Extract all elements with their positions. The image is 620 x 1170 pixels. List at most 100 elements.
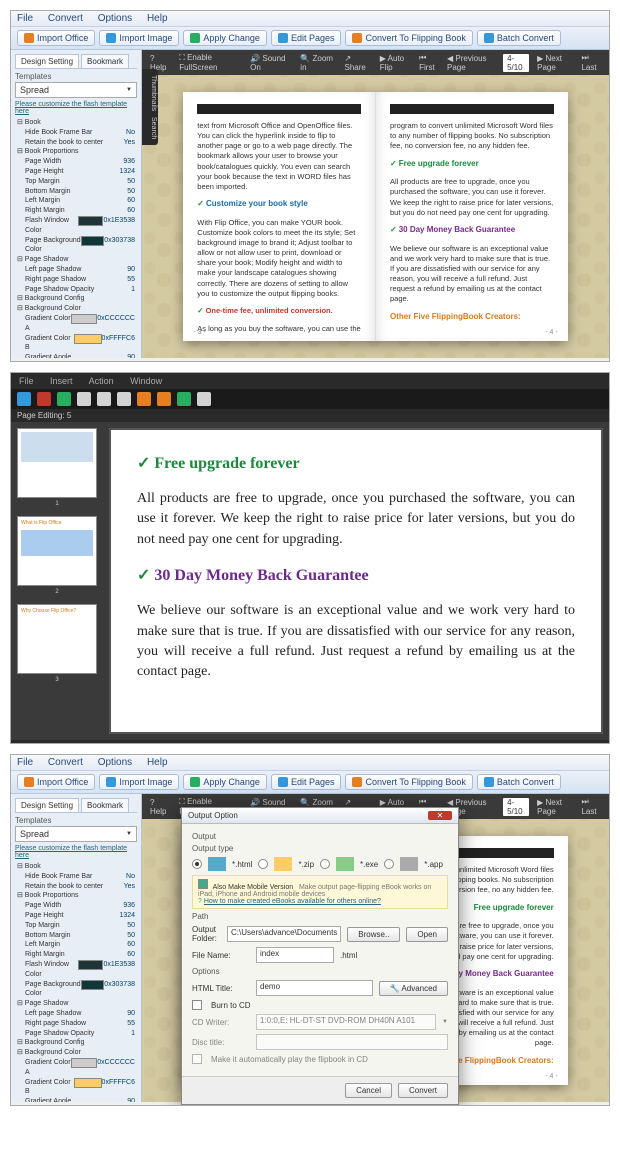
advanced-button[interactable]: 🔧 Advanced: [379, 981, 448, 996]
last-page-button[interactable]: ⏭ Last: [581, 53, 601, 72]
apply-change-button[interactable]: Apply Change: [183, 774, 267, 790]
menu-convert[interactable]: Convert: [48, 13, 83, 24]
editor-menubar[interactable]: File Insert Action Window: [11, 373, 609, 389]
zoom-tool-icon[interactable]: [177, 392, 191, 406]
edit-pages-button[interactable]: Edit Pages: [271, 30, 342, 46]
open-button[interactable]: Open: [406, 927, 448, 942]
menu-window[interactable]: Window: [130, 376, 162, 386]
redo-tool-icon[interactable]: [157, 392, 171, 406]
customize-template-link[interactable]: Please customize the flash template here: [15, 845, 137, 859]
book-viewer: ? Help ⛶ Enable FullScreen 🔊 Sound On 🔍 …: [142, 50, 609, 358]
tab-design-setting[interactable]: Design Setting: [15, 798, 79, 812]
paste-tool-icon[interactable]: [117, 392, 131, 406]
radio-html[interactable]: [192, 859, 202, 869]
menu-help[interactable]: Help: [147, 13, 168, 24]
close-icon[interactable]: ✕: [428, 811, 452, 820]
import-image-button[interactable]: Import Image: [99, 30, 179, 46]
flipbook[interactable]: text from Microsoft Office and OpenOffic…: [183, 92, 567, 342]
design-sidebar: Design Setting Bookmark Templates Spread…: [11, 794, 142, 1102]
page-thumbnail[interactable]: What is Flip Office2: [17, 516, 97, 586]
page-indicator[interactable]: 4-5/10: [503, 54, 529, 72]
import-office-button[interactable]: Import Office: [17, 30, 95, 46]
page-canvas[interactable]: ✓ Free upgrade forever All products are …: [109, 428, 603, 734]
disc-title-input[interactable]: [256, 1034, 448, 1050]
autoplay-checkbox[interactable]: [192, 1054, 202, 1064]
convert-icon: [352, 777, 362, 787]
edit-icon: [278, 33, 288, 43]
menu-file[interactable]: File: [17, 757, 33, 768]
last-page-button[interactable]: ⏭ Last: [581, 797, 601, 816]
menu-options[interactable]: Options: [98, 13, 132, 24]
browse-button[interactable]: Browse..: [347, 927, 400, 942]
menu-file[interactable]: File: [19, 376, 34, 386]
template-dropdown[interactable]: Spread▼: [15, 826, 137, 842]
chevron-down-icon: ▼: [126, 87, 132, 93]
tab-bookmark[interactable]: Bookmark: [81, 54, 129, 68]
import-image-button[interactable]: Import Image: [99, 774, 179, 790]
customize-template-link[interactable]: Please customize the flash template here: [15, 101, 137, 115]
edit-pages-button[interactable]: Edit Pages: [271, 774, 342, 790]
html-title-label: HTML Title:: [192, 984, 250, 993]
mobile-checkbox[interactable]: [198, 879, 208, 889]
burn-cd-checkbox[interactable]: [192, 1000, 202, 1010]
copy-tool-icon[interactable]: [97, 392, 111, 406]
radio-zip[interactable]: [258, 859, 268, 869]
text-tool-icon[interactable]: [57, 392, 71, 406]
undo-tool-icon[interactable]: [137, 392, 151, 406]
convert-book-button[interactable]: Convert To Flipping Book: [345, 30, 472, 46]
page-indicator[interactable]: 4-5/10: [503, 798, 529, 816]
output-option-dialog: Output Option ✕ Output Output type *.htm…: [181, 807, 459, 1105]
output-section-label: Output: [192, 832, 448, 841]
convert-button[interactable]: Convert: [398, 1083, 448, 1098]
cancel-button[interactable]: Cancel: [345, 1083, 392, 1098]
office-icon: [24, 33, 34, 43]
shape-tool-icon[interactable]: [37, 392, 51, 406]
zoom-button[interactable]: 🔍 Zoom in: [300, 54, 334, 72]
select-tool-icon[interactable]: [17, 392, 31, 406]
page-thumbnail[interactable]: Why Choose Flip Office?3: [17, 604, 97, 674]
html-title-input[interactable]: demo: [256, 980, 373, 996]
settings-tree[interactable]: ⊟ BookHide Book Frame BarNoRetain the bo…: [15, 862, 137, 1102]
output-folder-input[interactable]: C:\Users\advance\Documents: [227, 926, 341, 942]
convert-book-button[interactable]: Convert To Flipping Book: [345, 774, 472, 790]
options-label: Options: [192, 967, 448, 976]
sound-button[interactable]: 🔊 Sound On: [250, 54, 290, 72]
chevron-down-icon: ▼: [126, 831, 132, 837]
page-thumbnail[interactable]: 1: [17, 428, 97, 498]
app-menubar[interactable]: File Convert Options Help: [11, 11, 609, 27]
thumbnails-tab[interactable]: Thumbnails Search: [142, 69, 158, 145]
app-menubar[interactable]: File Convert Options Help: [11, 755, 609, 771]
edit-icon: [278, 777, 288, 787]
tab-bookmark[interactable]: Bookmark: [81, 798, 129, 812]
file-name-input[interactable]: index: [256, 947, 334, 963]
image-tool-icon[interactable]: [77, 392, 91, 406]
radio-exe[interactable]: [320, 859, 330, 869]
first-page-button[interactable]: ⏮ First: [419, 53, 439, 72]
next-page-button[interactable]: ▶ Next Page: [537, 54, 573, 72]
main-toolbar: Import Office Import Image Apply Change …: [11, 771, 609, 794]
align-tool-icon[interactable]: [197, 392, 211, 406]
cd-writer-select[interactable]: 1:0:0,E: HL-DT-ST DVD-ROM DH40N A101: [256, 1014, 436, 1030]
prev-page-button[interactable]: ◀ Previous Page: [447, 54, 495, 72]
how-link[interactable]: How to make created eBooks available for…: [204, 898, 381, 905]
autoflip-button[interactable]: ▶ Auto Flip: [380, 54, 411, 72]
fullscreen-button[interactable]: ⛶ Enable FullScreen: [179, 53, 240, 72]
settings-tree[interactable]: ⊟ BookHide Book Frame BarNoRetain the bo…: [15, 118, 137, 358]
menu-file[interactable]: File: [17, 13, 33, 24]
menu-action[interactable]: Action: [89, 376, 114, 386]
next-page-button[interactable]: ▶ Next Page: [537, 798, 573, 816]
share-button[interactable]: ↗ Share: [345, 54, 370, 72]
template-dropdown[interactable]: Spread▼: [15, 82, 137, 98]
import-office-button[interactable]: Import Office: [17, 774, 95, 790]
main-toolbar: Import Office Import Image Apply Change …: [11, 27, 609, 50]
menu-options[interactable]: Options: [98, 757, 132, 768]
menu-convert[interactable]: Convert: [48, 757, 83, 768]
apply-change-button[interactable]: Apply Change: [183, 30, 267, 46]
tab-design-setting[interactable]: Design Setting: [15, 54, 79, 68]
batch-convert-button[interactable]: Batch Convert: [477, 30, 561, 46]
radio-app[interactable]: [384, 859, 394, 869]
menu-insert[interactable]: Insert: [50, 376, 73, 386]
help-button[interactable]: ? Help: [150, 798, 169, 816]
batch-convert-button[interactable]: Batch Convert: [477, 774, 561, 790]
menu-help[interactable]: Help: [147, 757, 168, 768]
